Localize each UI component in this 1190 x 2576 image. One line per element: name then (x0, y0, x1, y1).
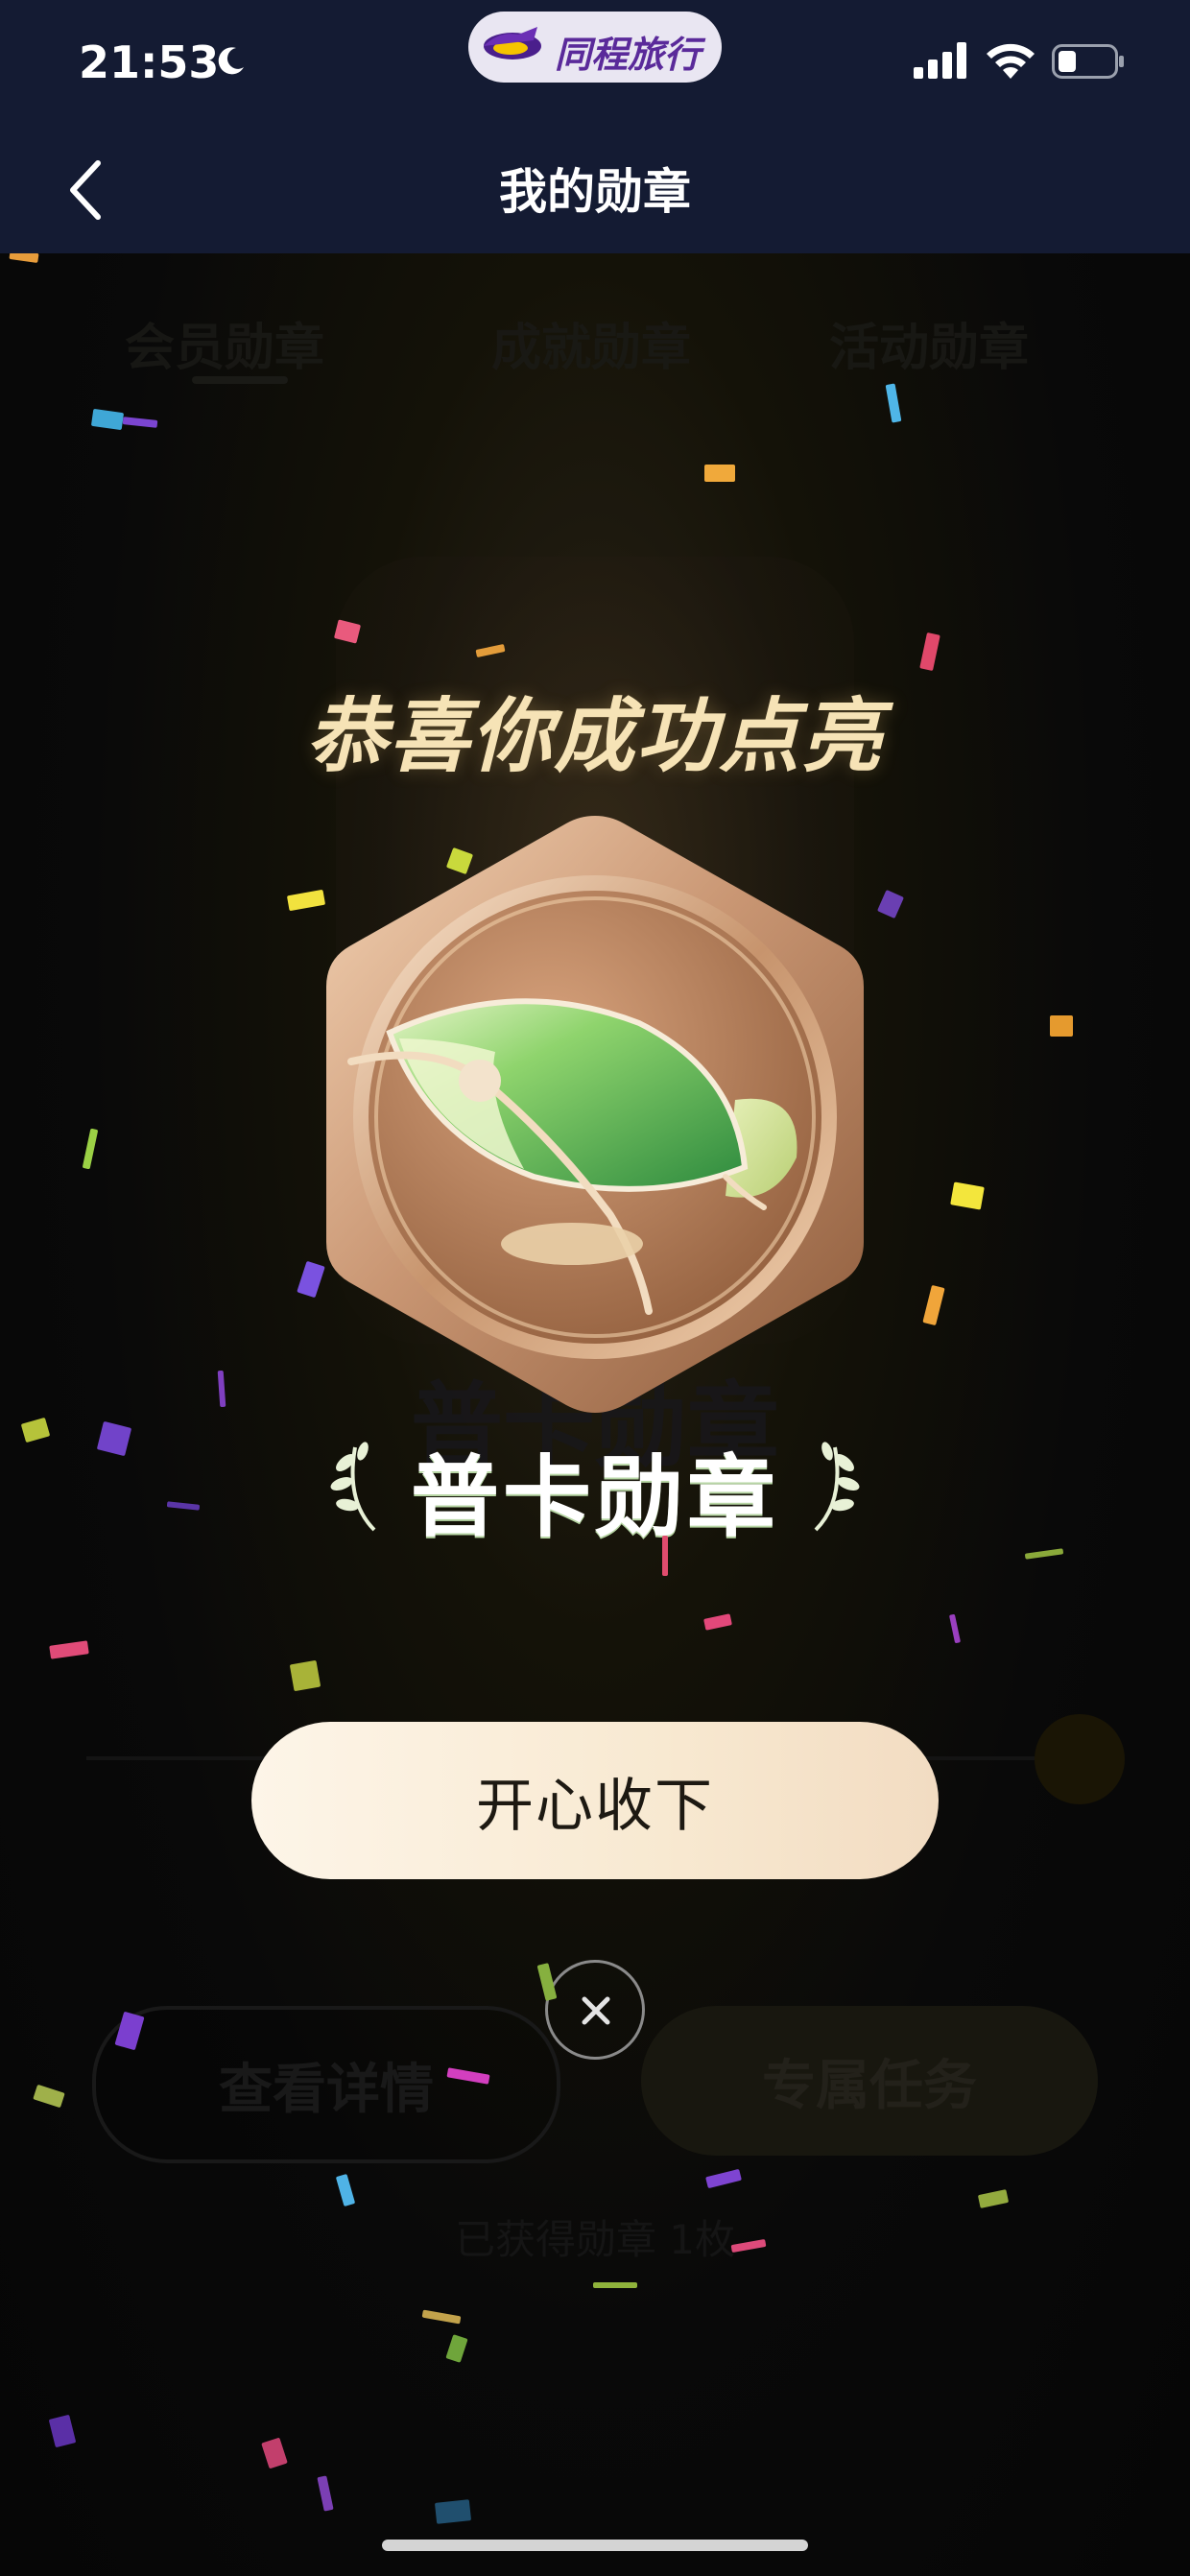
bg-tab-achievement-medal: 成就勋章 (491, 320, 692, 377)
congrats-title: 恭喜你成功点亮 (305, 689, 884, 783)
bg-tab-member-medal: 会员勋章 (125, 320, 325, 377)
bg-tab-indicator (192, 376, 288, 384)
accept-button-label: 开心收下 (476, 1772, 714, 1840)
bg-details-button: 查看详情 (92, 2006, 560, 2163)
bg-tab-event-medal: 活动勋章 (829, 320, 1030, 377)
badge-medal-icon (326, 816, 864, 1413)
cellular-signal-icon (914, 42, 966, 79)
page-title: 我的勋章 (499, 164, 691, 220)
close-button[interactable] (545, 1960, 645, 2060)
bg-tasks-button: 专属任务 (641, 2006, 1098, 2156)
battery-icon (1052, 44, 1124, 79)
home-indicator[interactable] (382, 2540, 808, 2551)
wifi-icon (987, 43, 1035, 79)
badge-name-row: 普卡勋章 (317, 1426, 873, 1549)
badge-name: 普卡勋章 (410, 1446, 779, 1549)
close-icon (582, 1996, 610, 2025)
app-logo-icon (484, 27, 541, 60)
moon-icon (218, 47, 244, 75)
accept-button[interactable]: 开心收下 (251, 1722, 939, 1879)
bg-coin-icon (1035, 1714, 1125, 1804)
status-time: 21:53 (79, 36, 220, 88)
laurel-right-icon (814, 1442, 860, 1532)
app-name: 同程旅行 (555, 34, 702, 76)
app-return-pill[interactable]: 同程旅行 (468, 12, 722, 83)
top-bar: 21:53 同程旅行 我的勋章 (0, 0, 1190, 253)
bg-footer-text: 已获得勋章 1枚 (454, 2216, 736, 2263)
